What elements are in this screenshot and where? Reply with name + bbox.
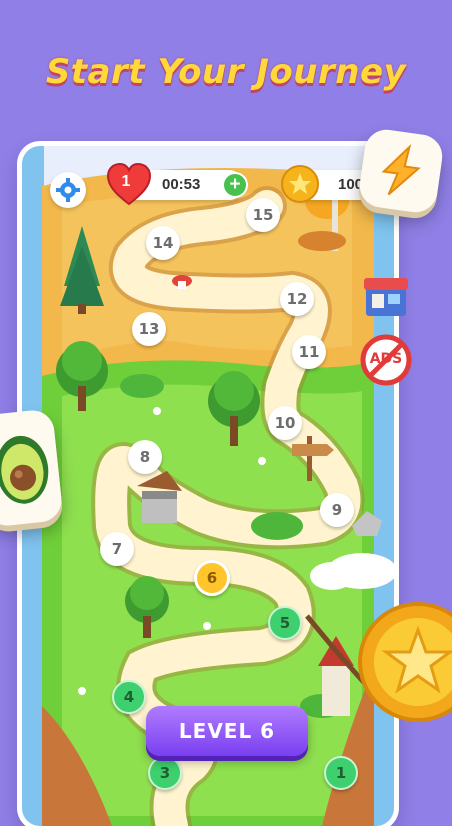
- level-node-7[interactable]: 7: [100, 532, 134, 566]
- level-node-8[interactable]: 8: [128, 440, 162, 474]
- level-node-12[interactable]: 12: [280, 282, 314, 316]
- no-ads-label: ADS: [369, 351, 403, 367]
- play-level-button[interactable]: LEVEL 6: [146, 706, 308, 756]
- no-ads-button[interactable]: ADS: [360, 334, 412, 386]
- level-node-5[interactable]: 5: [268, 606, 302, 640]
- level-node-4[interactable]: 4: [112, 680, 146, 714]
- level-node-11[interactable]: 11: [292, 335, 326, 369]
- headline: Start Your Journey: [45, 52, 407, 92]
- coin-icon: [281, 165, 319, 203]
- level-node-14[interactable]: 14: [146, 226, 180, 260]
- level-node-6[interactable]: 6: [194, 560, 230, 596]
- gear-icon: [56, 178, 80, 202]
- lightning-icon: [381, 143, 421, 196]
- level-node-9[interactable]: 9: [320, 493, 354, 527]
- big-coin-icon: [358, 602, 452, 722]
- level-node-10[interactable]: 10: [268, 406, 302, 440]
- lives-count: 1: [121, 173, 131, 190]
- level-node-1[interactable]: 1: [324, 756, 358, 790]
- lives-timer: 00:53: [162, 176, 201, 193]
- shop-icon: [364, 278, 408, 316]
- settings-button[interactable]: [50, 172, 86, 208]
- level-node-15[interactable]: 15: [246, 198, 280, 232]
- level-node-13[interactable]: 13: [132, 312, 166, 346]
- level-node-3[interactable]: 3: [148, 756, 182, 790]
- lightning-tile: [356, 126, 446, 216]
- add-lives-button[interactable]: +: [222, 172, 248, 198]
- shop-button[interactable]: [360, 270, 412, 322]
